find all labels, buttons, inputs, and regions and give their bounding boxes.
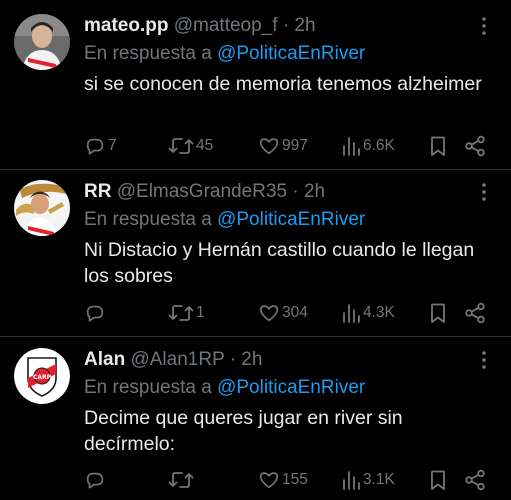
- action-bar: 1 304 4.3K: [84, 301, 499, 325]
- display-name[interactable]: RR: [84, 181, 111, 202]
- reply-context: En respuesta a @PoliticaEnRiver: [84, 42, 365, 66]
- tweet-text: Decime que queres jugar en river sin dec…: [84, 407, 403, 455]
- share-button[interactable]: [464, 301, 486, 325]
- share-button[interactable]: [464, 134, 486, 158]
- user-handle[interactable]: @Alan1RP: [130, 349, 224, 370]
- views-button[interactable]: 6.6K: [341, 134, 395, 158]
- repost-button[interactable]: [168, 468, 196, 492]
- reply-button[interactable]: [84, 301, 108, 325]
- timestamp[interactable]: 2h: [294, 15, 315, 36]
- avatar-badge-text: CARP: [33, 374, 52, 381]
- share-icon: [465, 302, 485, 324]
- avatar[interactable]: CARP: [14, 348, 70, 404]
- like-icon: [259, 138, 279, 155]
- separator-dot: ·: [292, 181, 299, 202]
- share-button[interactable]: [464, 468, 486, 492]
- reply-context: En respuesta a @PoliticaEnRiver: [84, 376, 365, 400]
- tweet[interactable]: mateo.pp @matteop_f · 2h En respuesta a …: [0, 14, 511, 164]
- bookmark-icon: [431, 470, 445, 490]
- tweet[interactable]: RR @ElmasGrandeR35 · 2h En respuesta a @…: [0, 180, 511, 330]
- separator-dot: ·: [282, 15, 290, 36]
- action-bar: 155 3.1K: [84, 468, 499, 492]
- reply-button[interactable]: [84, 468, 108, 492]
- repost-icon: [168, 472, 194, 488]
- reply-icon: [86, 472, 104, 489]
- reply-icon: [86, 138, 104, 155]
- reply-button[interactable]: 7: [84, 134, 117, 158]
- user-handle[interactable]: @ElmasGrandeR35: [117, 181, 287, 202]
- view-count: 6.6K: [363, 137, 395, 154]
- bookmark-icon: [431, 136, 445, 156]
- views-icon: [343, 137, 360, 156]
- reply-count: 7: [108, 137, 117, 154]
- like-button[interactable]: 997: [258, 134, 308, 158]
- tweet[interactable]: CARP Alan @Alan1RP · 2h En respuesta a @…: [0, 348, 511, 500]
- divider: [0, 336, 511, 337]
- views-icon: [343, 471, 360, 490]
- tweet-header: RR @ElmasGrandeR35 · 2h: [84, 180, 325, 204]
- like-count: 155: [282, 471, 308, 488]
- bookmark-button[interactable]: [428, 134, 448, 158]
- display-name[interactable]: Alan: [84, 349, 125, 370]
- reply-icon: [86, 305, 104, 322]
- separator-dot: ·: [229, 349, 237, 370]
- reply-prefix: En respuesta a: [84, 377, 212, 398]
- like-count: 997: [282, 137, 308, 154]
- views-button[interactable]: 4.3K: [341, 301, 395, 325]
- tweet-text: si se conocen de memoria tenemos alzheim…: [84, 73, 482, 95]
- share-icon: [465, 469, 485, 491]
- share-icon: [465, 135, 485, 157]
- repost-button[interactable]: 1: [168, 301, 205, 325]
- like-count: 304: [282, 304, 308, 321]
- repost-icon: [168, 305, 194, 321]
- user-handle[interactable]: @matteop_f: [174, 15, 278, 36]
- view-count: 3.1K: [363, 471, 395, 488]
- repost-button[interactable]: 45: [168, 134, 213, 158]
- views-icon: [343, 304, 360, 323]
- like-icon: [259, 472, 279, 489]
- repost-count: 45: [196, 137, 214, 154]
- avatar[interactable]: [14, 14, 70, 70]
- view-count: 4.3K: [363, 304, 395, 321]
- views-button[interactable]: 3.1K: [341, 468, 395, 492]
- bookmark-button[interactable]: [428, 301, 448, 325]
- avatar[interactable]: [14, 180, 70, 236]
- reply-context: En respuesta a @PoliticaEnRiver: [84, 208, 365, 232]
- like-icon: [259, 305, 279, 322]
- more-icon[interactable]: [475, 182, 493, 202]
- more-icon[interactable]: [475, 350, 493, 370]
- action-bar: 7 45 997 6.6K: [84, 134, 499, 158]
- divider: [0, 169, 511, 170]
- reply-mention-link[interactable]: @PoliticaEnRiver: [217, 377, 365, 398]
- tweet-header: Alan @Alan1RP · 2h: [84, 348, 262, 372]
- timestamp[interactable]: 2h: [241, 349, 262, 370]
- bookmark-button[interactable]: [428, 468, 448, 492]
- like-button[interactable]: 155: [258, 468, 308, 492]
- like-button[interactable]: 304: [258, 301, 308, 325]
- more-icon[interactable]: [475, 16, 493, 36]
- reply-mention-link[interactable]: @PoliticaEnRiver: [217, 209, 365, 230]
- display-name[interactable]: mateo.pp: [84, 15, 168, 36]
- repost-count: 1: [196, 304, 205, 321]
- reply-prefix: En respuesta a: [84, 209, 212, 230]
- tweet-header: mateo.pp @matteop_f · 2h: [84, 14, 316, 38]
- bookmark-icon: [431, 303, 445, 323]
- timestamp[interactable]: 2h: [304, 181, 325, 202]
- repost-icon: [168, 138, 194, 154]
- tweet-text: Ni Distacio y Hernán castillo cuando le …: [84, 239, 475, 287]
- reply-prefix: En respuesta a: [84, 43, 212, 64]
- reply-mention-link[interactable]: @PoliticaEnRiver: [217, 43, 365, 64]
